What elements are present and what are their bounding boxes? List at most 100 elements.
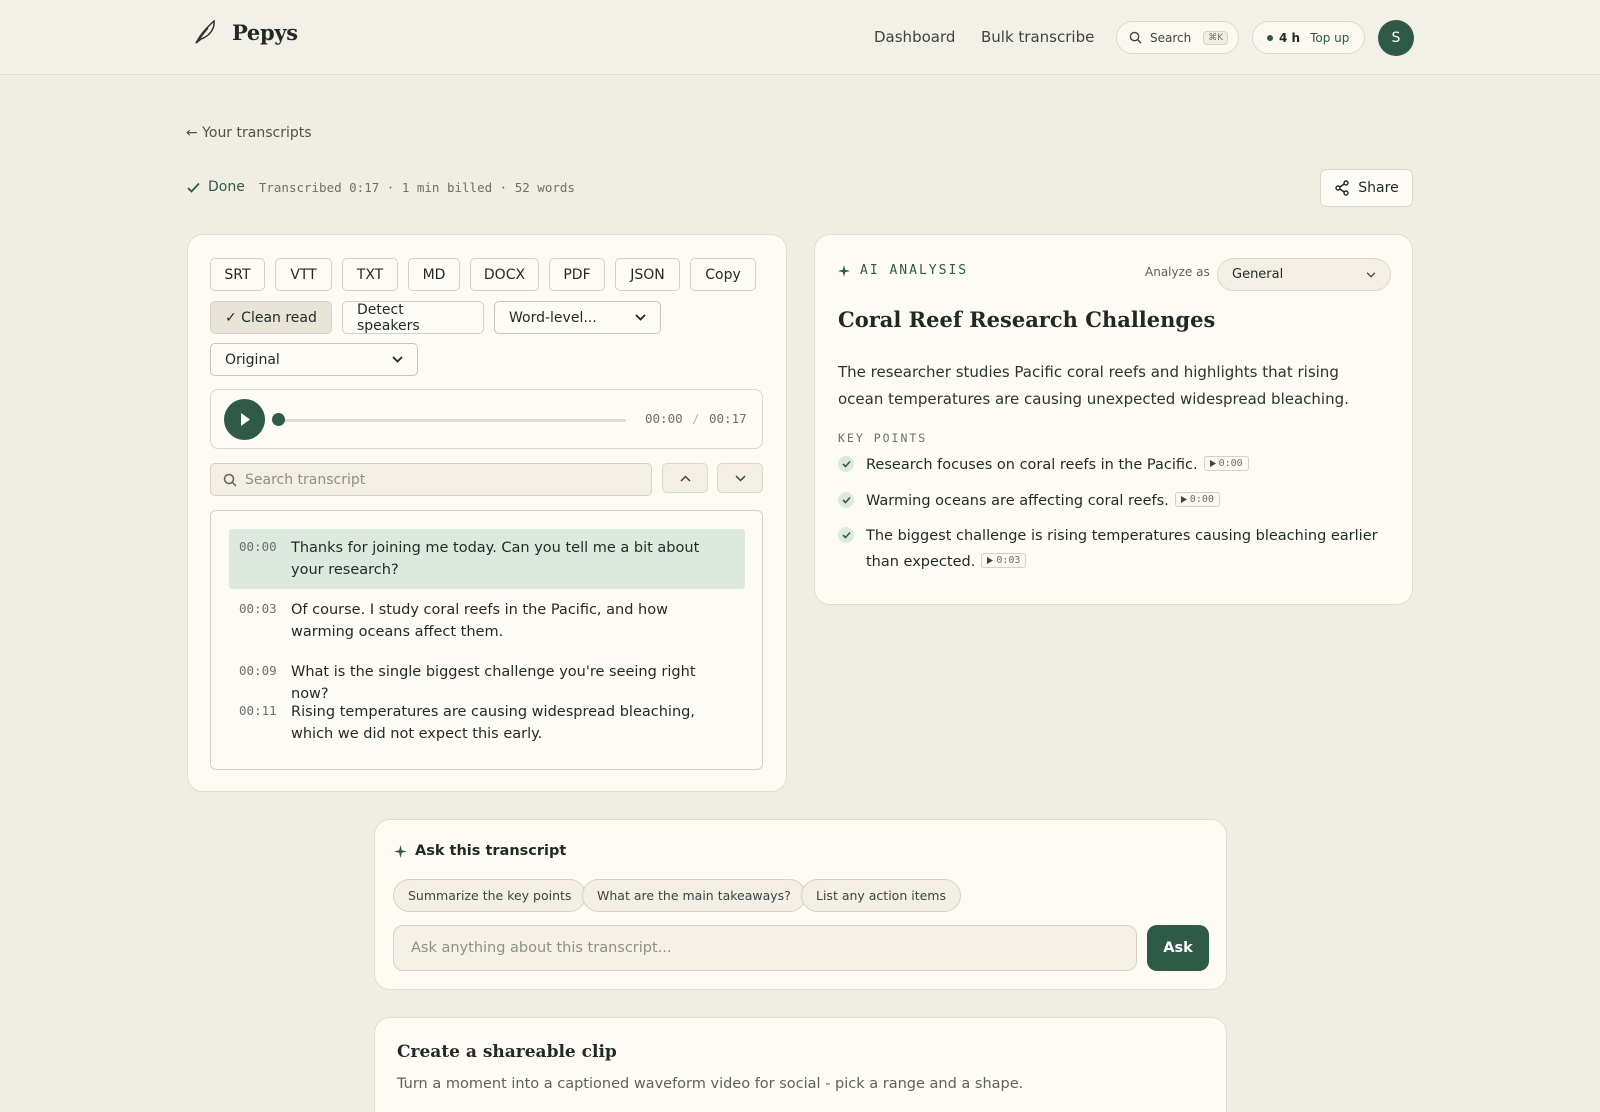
export-vtt-button[interactable]: VTT (275, 258, 332, 291)
key-point-timestamp[interactable]: 0:03 (981, 553, 1027, 568)
current-time: 00:00 (645, 411, 683, 426)
clip-subtitle: Turn a moment into a captioned waveform … (397, 1076, 1024, 1092)
duration: 00:17 (709, 411, 747, 426)
key-point: The biggest challenge is rising temperat… (838, 523, 1388, 575)
top-bar: Pepys Dashboard Bulk transcribe Search ⌘… (0, 0, 1600, 75)
check-icon (838, 492, 854, 508)
transcript-segment[interactable]: 00:03 Of course. I study coral reefs in … (229, 591, 745, 651)
progress-track[interactable] (277, 419, 626, 422)
transcript-segment[interactable]: 00:11 Rising temperatures are causing wi… (229, 693, 745, 753)
key-points-heading: KEY POINTS (838, 431, 928, 445)
key-point-timestamp[interactable]: 0:00 (1174, 492, 1220, 507)
ask-heading-label: Ask this transcript (415, 843, 567, 859)
export-docx-button[interactable]: DOCX (470, 258, 539, 291)
next-match-button[interactable] (717, 463, 763, 493)
suggestion-chip[interactable]: What are the main takeaways? (582, 879, 806, 912)
segment-text: Thanks for joining me today. Can you tel… (291, 540, 700, 578)
ask-transcript-card: Ask this transcript Summarize the key po… (374, 819, 1227, 990)
suggestion-chip[interactable]: List any action items (801, 879, 961, 912)
export-pdf-button[interactable]: PDF (549, 258, 605, 291)
back-to-transcripts-link[interactable]: ← Your transcripts (186, 125, 312, 141)
analyze-as-label: Analyze as (1145, 265, 1210, 279)
transcript-segments: 00:00 Thanks for joining me today. Can y… (210, 510, 763, 770)
language-select[interactable]: Original (210, 343, 418, 376)
suggestion-chip[interactable]: Summarize the key points (393, 879, 587, 912)
word-level-value: Word-level... (509, 309, 597, 326)
chevron-down-icon (1366, 271, 1376, 278)
status-meta: Transcribed 0:17 · 1 min billed · 52 wor… (258, 179, 575, 195)
key-point-text: Warming oceans are affecting coral reefs… (866, 493, 1169, 509)
transcript-segment[interactable]: 00:00 Thanks for joining me today. Can y… (229, 529, 745, 589)
play-button[interactable] (224, 399, 265, 440)
segment-text: Of course. I study coral reefs in the Pa… (291, 602, 668, 640)
brand[interactable]: Pepys (192, 18, 298, 46)
audio-player: 00:00 / 00:17 (210, 389, 763, 449)
chevron-down-icon (392, 356, 403, 363)
ai-analysis-heading: AI ANALYSIS (838, 263, 968, 278)
search-icon (223, 473, 237, 487)
chevron-up-icon (679, 474, 691, 482)
share-label: Share (1358, 180, 1399, 196)
search-icon (1129, 31, 1142, 44)
segment-time[interactable]: 00:00 (239, 537, 291, 581)
word-level-select[interactable]: Word-level... (494, 301, 661, 334)
search-label: Search (1150, 30, 1192, 45)
nav-dashboard[interactable]: Dashboard (874, 28, 955, 46)
time-separator: / (692, 411, 700, 426)
avatar[interactable]: S (1378, 20, 1414, 56)
segment-time[interactable]: 00:03 (239, 599, 291, 643)
detect-speakers-button[interactable]: Detect speakers (342, 301, 484, 334)
segment-time[interactable]: 00:11 (239, 701, 291, 745)
key-point-text: The biggest challenge is rising temperat… (866, 528, 1378, 570)
global-search-button[interactable]: Search ⌘K (1116, 21, 1239, 54)
play-icon (1209, 460, 1216, 467)
top-up-link[interactable]: Top up (1310, 31, 1349, 45)
transcript-search-placeholder: Search transcript (245, 471, 366, 488)
export-md-button[interactable]: MD (408, 258, 460, 291)
play-icon (1180, 496, 1187, 503)
key-point-timestamp[interactable]: 0:00 (1203, 456, 1249, 471)
ask-heading: Ask this transcript (394, 843, 566, 859)
key-point-text: Research focuses on coral reefs in the P… (866, 457, 1198, 473)
transcript-search-input[interactable]: Search transcript (210, 463, 652, 496)
hours-balance[interactable]: 4 h Top up (1252, 21, 1365, 54)
share-button[interactable]: Share (1320, 169, 1413, 207)
share-icon (1335, 180, 1349, 196)
export-json-button[interactable]: JSON (615, 258, 680, 291)
progress-handle[interactable] (272, 413, 285, 426)
clip-heading: Create a shareable clip (397, 1042, 617, 1062)
check-icon (838, 456, 854, 472)
segment-text: Rising temperatures are causing widespre… (291, 704, 695, 742)
check-icon (838, 527, 854, 543)
sparkle-icon (838, 264, 850, 277)
key-point: Research focuses on coral reefs in the P… (838, 452, 1388, 478)
analysis-summary: The researcher studies Pacific coral ree… (838, 363, 1349, 408)
brand-name: Pepys (232, 19, 298, 45)
key-point: Warming oceans are affecting coral reefs… (838, 488, 1388, 514)
ai-analysis-label: AI ANALYSIS (860, 263, 969, 278)
status-label: Done (208, 179, 245, 195)
status-dot-icon (1267, 34, 1273, 41)
nav-bulk-transcribe[interactable]: Bulk transcribe (981, 28, 1094, 46)
feather-icon (195, 19, 215, 44)
export-srt-button[interactable]: SRT (210, 258, 265, 291)
analysis-title: Coral Reef Research Challenges (838, 307, 1216, 332)
analyze-as-value: General (1232, 267, 1284, 282)
check-icon (187, 182, 200, 193)
previous-match-button[interactable] (662, 463, 708, 493)
ask-button[interactable]: Ask (1147, 925, 1209, 971)
transcript-card: SRT VTT TXT MD DOCX PDF JSON Copy ✓ Clea… (187, 234, 787, 792)
chevron-down-icon (635, 314, 646, 321)
search-shortcut: ⌘K (1203, 30, 1229, 45)
ask-input[interactable]: Ask anything about this transcript... (393, 925, 1137, 971)
clean-read-toggle[interactable]: ✓ Clean read (210, 301, 332, 334)
language-value: Original (225, 351, 280, 368)
copy-button[interactable]: Copy (690, 258, 756, 291)
transcript-status: Done Transcribed 0:17 · 1 min billed · 5… (187, 179, 575, 195)
play-icon (987, 557, 994, 564)
play-icon (241, 413, 250, 426)
sparkle-icon (394, 844, 407, 858)
analyze-as-select[interactable]: General (1217, 258, 1391, 291)
key-point-time: 0:00 (1189, 493, 1214, 505)
export-txt-button[interactable]: TXT (342, 258, 398, 291)
